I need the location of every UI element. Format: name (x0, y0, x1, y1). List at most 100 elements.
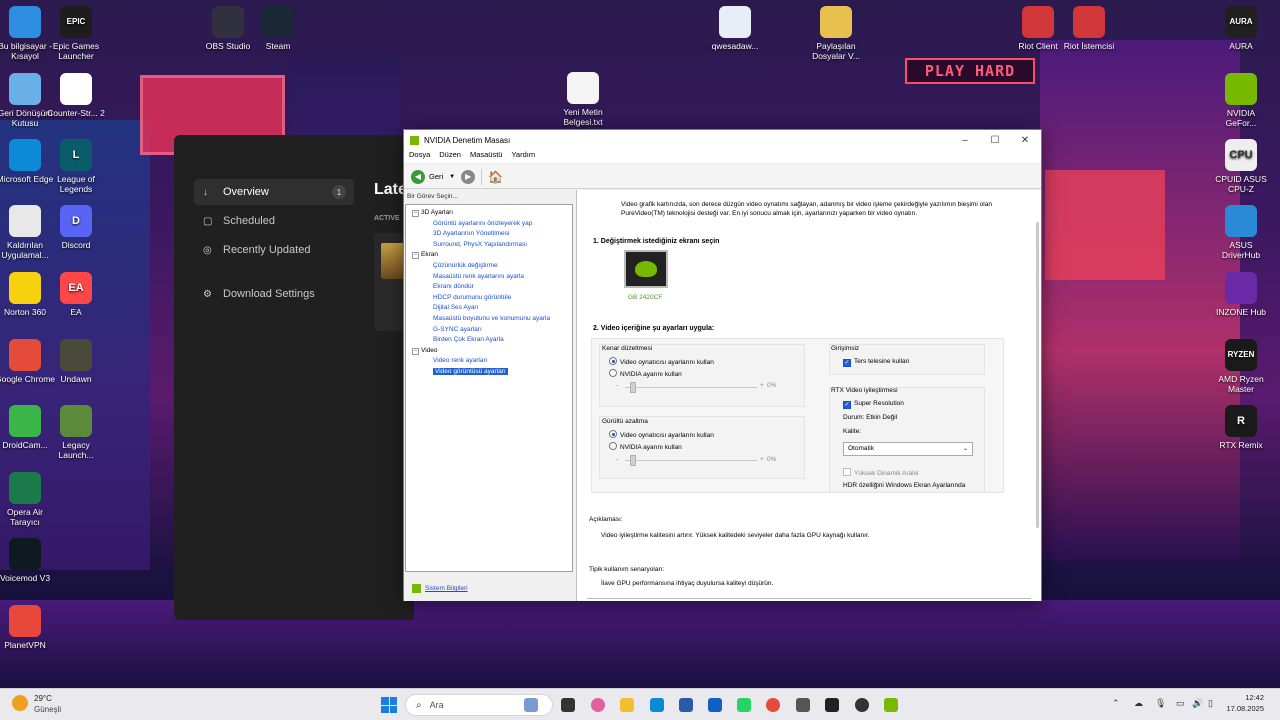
taskview-icon[interactable] (524, 698, 538, 712)
forward-arrow-icon[interactable]: ▶ (461, 169, 476, 184)
nav-download-settings[interactable]: ⚙ Download Settings (194, 281, 354, 307)
vertical-scrollbar[interactable] (1036, 222, 1039, 528)
edge-slider-thumb[interactable] (630, 382, 636, 393)
whatsapp-icon[interactable] (737, 698, 751, 712)
tree-item[interactable]: Masaüstü renk ayarlarını ayarla (433, 272, 524, 281)
tree-item[interactable]: Surround, PhysX Yapılandırması (433, 240, 527, 249)
desktop-icon[interactable]: L League of Legends (46, 139, 106, 194)
copilot-icon[interactable] (591, 698, 605, 712)
outlook-icon[interactable] (708, 698, 722, 712)
edge-slider[interactable] (625, 387, 757, 388)
volume-icon[interactable]: 🔊 (1192, 698, 1203, 709)
microphone-icon[interactable]: 🎙 (1155, 698, 1166, 709)
file-explorer-icon[interactable] (620, 698, 634, 712)
desktop-icon[interactable]: Riot İstemcisi (1059, 6, 1119, 51)
desktop-icon[interactable]: Legacy Launch... (46, 405, 106, 460)
collapse-toggle-icon[interactable]: − (412, 252, 419, 260)
desktop-icon[interactable]: Paylaşılan Dosyalar V... (806, 6, 866, 61)
collapse-toggle-icon[interactable]: − (412, 210, 419, 217)
desktop-icon[interactable]: CPU CPUID ASUS CPU-Z (1211, 139, 1271, 194)
menu-help[interactable]: Yardım (511, 150, 535, 163)
desktop-icon[interactable]: PlanetVPN (0, 605, 55, 650)
tree-item[interactable]: Video görüntüsü ayarları (433, 367, 508, 376)
nav-overview[interactable]: ↓ Overview 1 (194, 179, 354, 205)
menu-file[interactable]: Dosya (409, 150, 430, 163)
desktop-icon[interactable]: EA EA (46, 272, 106, 317)
desktop-icon[interactable]: Voicemod V3 (0, 538, 55, 583)
weather-icon[interactable] (12, 695, 28, 711)
tree-item[interactable]: HDCP durumunu görüntüle (433, 293, 511, 302)
system-info-link[interactable]: Sistem Bilgileri (412, 584, 468, 593)
tree-item[interactable]: 3D Ayarlarının Yönetilmesi (433, 229, 509, 238)
cloud-icon[interactable]: ☁ (1134, 698, 1143, 709)
clock[interactable]: 12:42 17.08.2025 (1224, 693, 1264, 713)
edge-opt-player[interactable]: Video oynatıcısı ayarlarını kullan (609, 357, 714, 366)
home-icon[interactable]: 🏠 (488, 170, 503, 184)
desktop-icon[interactable]: AURA AURA (1211, 6, 1271, 51)
game-cover (381, 243, 405, 279)
start-button[interactable] (381, 697, 397, 713)
noise-opt-player[interactable]: Video oynatıcısı ayarlarını kullan (609, 430, 714, 439)
desktop-icon[interactable]: Counter-Str... 2 (46, 73, 106, 118)
desktop-icon[interactable]: RYZEN AMD Ryzen Master (1211, 339, 1271, 394)
tree-label: Video (421, 346, 438, 354)
quality-select[interactable]: Otomatik ⌄ (843, 442, 973, 456)
epic-games-icon[interactable] (825, 698, 839, 712)
noise-slider-thumb[interactable] (630, 455, 636, 466)
nvidia-icon[interactable] (884, 698, 898, 712)
tree-item[interactable]: Masaüstü boyutunu ve konumunu ayarla (433, 314, 550, 323)
desktop-icon[interactable]: ASUS DriverHub (1211, 205, 1271, 260)
maximize-button[interactable]: ☐ (980, 130, 1010, 150)
chrome-icon[interactable] (766, 698, 780, 712)
display-name: GB 2420CF (628, 294, 663, 301)
super-resolution-checkbox[interactable]: ✓ Super Resolution (843, 400, 904, 409)
tree-item[interactable]: Ekranı döndür (433, 282, 474, 291)
tree-item[interactable]: Birden Çok Ekran Ayarla (433, 335, 504, 344)
tree-item[interactable]: Çözünürlük değiştirme (433, 261, 498, 270)
noise-slider[interactable] (625, 460, 757, 461)
nav-recently-updated[interactable]: ◎ Recently Updated (194, 237, 354, 263)
desktop-icon[interactable]: Opera Air Tarayıcı (0, 472, 55, 527)
back-arrow-icon[interactable]: ◀ (411, 169, 425, 184)
collapse-toggle-icon[interactable]: − (412, 347, 419, 355)
tree-category[interactable]: − Video (412, 346, 438, 355)
tree-category[interactable]: − Ekran (412, 250, 438, 260)
app-icon (719, 6, 751, 38)
tree-item[interactable]: Görüntü ayarlarını önizleyerek yap (433, 219, 532, 228)
nav-scheduled[interactable]: ▢ Scheduled (194, 208, 354, 234)
tree-item[interactable]: Video renk ayarları (433, 356, 487, 365)
battery-icon[interactable]: ▯ (1208, 698, 1213, 709)
obs-icon[interactable] (855, 698, 869, 712)
inverse-telecine-checkbox[interactable]: ✓ Ters telesine kullan (843, 358, 909, 367)
edge-icon[interactable] (650, 698, 664, 712)
desktop-icon[interactable]: Yeni Metin Belgesi.txt (553, 72, 613, 127)
back-dropdown-icon[interactable]: ▼ (449, 174, 455, 180)
chevron-down-icon: ⌄ (962, 446, 968, 452)
noise-opt-nvidia[interactable]: NVIDIA ayarını kullan (609, 442, 682, 451)
tree-item[interactable]: Dijital Ses Ayarı (433, 303, 478, 312)
desktop-icon[interactable]: D Discord (46, 205, 106, 250)
desktop-icon[interactable]: Steam (248, 6, 308, 51)
menu-desktop[interactable]: Masaüstü (470, 150, 503, 163)
desktop-icon[interactable]: qwesadaw... (705, 6, 765, 51)
network-icon[interactable]: ▭ (1176, 698, 1185, 709)
desktop-icon[interactable]: INZONE Hub (1211, 272, 1271, 317)
store-icon[interactable] (679, 698, 693, 712)
edge-opt-nvidia[interactable]: NVIDIA ayarını kullan (609, 369, 682, 378)
tree-category[interactable]: −3D Ayarları (412, 208, 453, 217)
weather-temp[interactable]: 29°C (34, 694, 52, 703)
menu-edit[interactable]: Düzen (439, 150, 461, 163)
desktop-icon[interactable]: EPIC Epic Games Launcher (46, 6, 106, 61)
terminal-icon[interactable] (561, 698, 575, 712)
display-monitor-icon[interactable] (624, 250, 668, 288)
back-button-label[interactable]: Geri (429, 172, 443, 181)
window-title: NVIDIA Denetim Masası (424, 135, 511, 145)
chevron-up-icon[interactable]: ⌃ (1112, 698, 1120, 709)
desktop-icon[interactable]: Undawn (46, 339, 106, 384)
tree-item[interactable]: G-SYNC ayarları (433, 325, 482, 334)
minimize-button[interactable]: – (950, 130, 980, 150)
close-button[interactable]: ✕ (1010, 130, 1040, 150)
unity-icon[interactable] (796, 698, 810, 712)
desktop-icon[interactable]: R RTX Remix (1211, 405, 1271, 450)
desktop-icon[interactable]: NVIDIA GeFor... (1211, 73, 1271, 128)
